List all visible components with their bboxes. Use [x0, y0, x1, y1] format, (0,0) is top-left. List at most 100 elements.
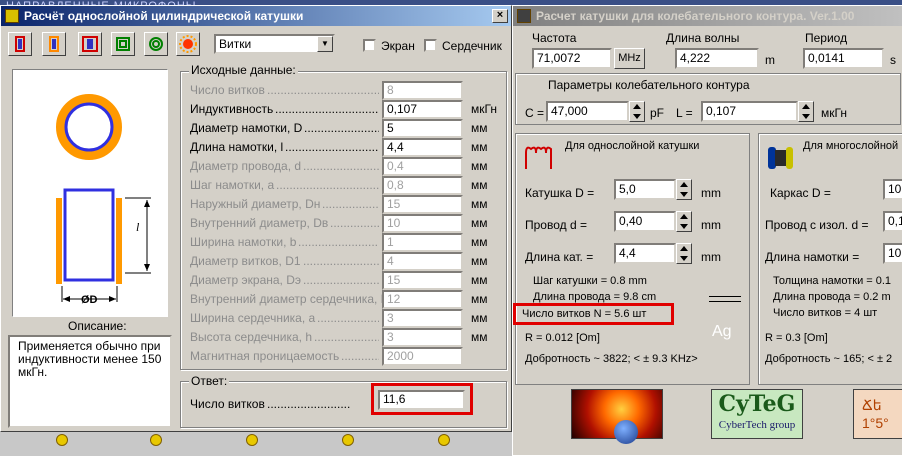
- input-row-field[interactable]: 5: [382, 119, 463, 138]
- coil-type-4-button[interactable]: [111, 32, 135, 56]
- coil-type-6-button[interactable]: [176, 32, 200, 56]
- freq-input[interactable]: 71,0072: [532, 48, 612, 69]
- input-row-dots: ........................................…: [267, 83, 379, 97]
- c-spinner[interactable]: [629, 101, 645, 122]
- oscillating-circuit-window: Расчет катушки для колебательного контур…: [512, 5, 902, 456]
- period-label: Период: [805, 31, 848, 45]
- input-row-label: Внутренний диаметр, Dв: [190, 216, 329, 230]
- toroid-square-icon: [116, 37, 130, 51]
- screen-label: Экран: [381, 39, 415, 53]
- coil-type-1-button[interactable]: [8, 32, 32, 56]
- single-wire-spinner[interactable]: [676, 211, 692, 232]
- c-unit: pF: [650, 106, 665, 120]
- smiley-icon: [56, 434, 68, 446]
- answer-field[interactable]: 11,6: [378, 390, 465, 410]
- single-turns: Число витков N = 5.6 шт: [522, 308, 647, 320]
- input-row-unit: мм: [471, 197, 488, 211]
- smiley-icon: [246, 434, 258, 446]
- coil-type-5-button[interactable]: [144, 32, 168, 56]
- single-len-label: Длина кат. =: [525, 250, 594, 264]
- window2-titlebar[interactable]: Расчет катушки для колебательного контур…: [513, 6, 902, 26]
- app-icon: [5, 9, 19, 23]
- background-strip: [0, 430, 520, 456]
- input-row-field[interactable]: 4,4: [382, 138, 463, 157]
- diagram-diameter-label: ØD: [81, 294, 98, 306]
- coil-orange-icon: [49, 36, 59, 52]
- mode-select[interactable]: Витки ▼: [214, 34, 335, 54]
- input-row-dots: ........................................…: [322, 197, 379, 211]
- coil-type-2-button[interactable]: [42, 32, 66, 56]
- input-row-field[interactable]: 3: [382, 309, 463, 328]
- cyteg-logo[interactable]: CyTeG CyberTech group: [711, 389, 803, 439]
- input-row-label: Внутренний диаметр сердечника, D: [190, 292, 390, 306]
- multi-len-input[interactable]: 10,: [883, 243, 902, 264]
- input-row-field[interactable]: 0,8: [382, 176, 463, 195]
- l-input[interactable]: 0,107: [701, 101, 798, 122]
- close-button[interactable]: ×: [492, 9, 508, 23]
- input-row-unit: мм: [471, 292, 488, 306]
- multi-wire-input[interactable]: 0,1: [883, 211, 902, 232]
- single-title: Для однослойной катушки: [565, 140, 700, 152]
- window1-titlebar[interactable]: Расчёт однослойной цилиндрической катушк…: [1, 6, 511, 26]
- multi-frame-input[interactable]: 10,: [883, 179, 902, 200]
- input-row-label: Число витков: [190, 83, 265, 97]
- multi-len-label: Длина намотки =: [765, 250, 860, 264]
- wave-unit: m: [765, 53, 775, 67]
- input-row-label: Магнитная проницаемость: [190, 349, 340, 363]
- window1-title: Расчёт однослойной цилиндрической катушк…: [24, 9, 304, 23]
- input-group-title: Исходные данные:: [189, 63, 298, 77]
- coil-type-3-button[interactable]: [78, 32, 102, 56]
- input-row-label: Диаметр провода, d: [190, 159, 302, 173]
- cyteg-logo-sub: CyberTech group: [718, 419, 796, 431]
- answer-label: Число витков: [190, 397, 265, 411]
- multi-resistance: R = 0.3 [Om]: [765, 332, 828, 344]
- single-coil-spinner[interactable]: [676, 179, 692, 200]
- multi-thickness: Толщина намотки = 0.1: [773, 275, 892, 287]
- input-row-field[interactable]: 0,107: [382, 100, 463, 119]
- answer-title: Ответ:: [189, 374, 230, 388]
- single-len-input[interactable]: 4,4: [614, 243, 676, 264]
- input-row-unit: мм: [471, 216, 488, 230]
- single-coil-unit: mm: [701, 186, 721, 200]
- wave-label: Длина волны: [666, 31, 740, 45]
- input-row-field[interactable]: 4: [382, 252, 463, 271]
- single-len-spinner[interactable]: [676, 243, 692, 264]
- core-checkbox[interactable]: [424, 39, 437, 52]
- input-row-field[interactable]: 12: [382, 290, 463, 309]
- coil-multilayer-icon: [768, 147, 793, 169]
- input-row-field[interactable]: 15: [382, 195, 463, 214]
- chevron-down-icon[interactable]: ▼: [317, 36, 333, 52]
- single-wire-input[interactable]: 0,40: [614, 211, 676, 232]
- period-input[interactable]: 0,0141: [803, 48, 884, 69]
- input-row-dots: ........................................…: [341, 349, 379, 363]
- freq-label: Частота: [532, 31, 577, 45]
- input-row-field[interactable]: 15: [382, 271, 463, 290]
- input-row-dots: ........................................…: [275, 102, 379, 116]
- coil-diagram: l ØD: [12, 69, 168, 317]
- input-row-unit: мм: [471, 330, 488, 344]
- single-coil-input[interactable]: 5,0: [614, 179, 676, 200]
- input-row-field[interactable]: 3: [382, 328, 463, 347]
- single-wire-unit: mm: [701, 218, 721, 232]
- input-row-unit: мкГн: [471, 102, 497, 116]
- circuit-title: Параметры колебательного контура: [548, 78, 750, 92]
- wave-input[interactable]: 4,222: [675, 48, 759, 69]
- input-row-dots: ........................................…: [330, 216, 379, 230]
- c-input[interactable]: 47,000: [546, 101, 629, 122]
- c-label: C =: [525, 106, 545, 120]
- input-row-field[interactable]: 8: [382, 81, 463, 100]
- input-row-field[interactable]: 2000: [382, 347, 463, 366]
- screen-checkbox[interactable]: [363, 39, 376, 52]
- single-layer-coil-window: Расчёт однослойной цилиндрической катушк…: [0, 5, 512, 432]
- input-row-field[interactable]: 1: [382, 233, 463, 252]
- multi-turns: Число витков = 4 шт: [773, 307, 878, 319]
- input-row-dots: ........................................…: [285, 140, 379, 154]
- answer-dots: .........................: [267, 397, 351, 411]
- freq-unit-button[interactable]: MHz: [614, 48, 645, 69]
- input-row-field[interactable]: 0,4: [382, 157, 463, 176]
- multi-frame-label: Каркас D =: [770, 186, 831, 200]
- l-spinner[interactable]: [798, 101, 814, 122]
- single-pitch: Шаг катушки = 0.8 mm: [533, 275, 647, 287]
- input-row-field[interactable]: 10: [382, 214, 463, 233]
- core-label: Сердечник: [442, 39, 502, 53]
